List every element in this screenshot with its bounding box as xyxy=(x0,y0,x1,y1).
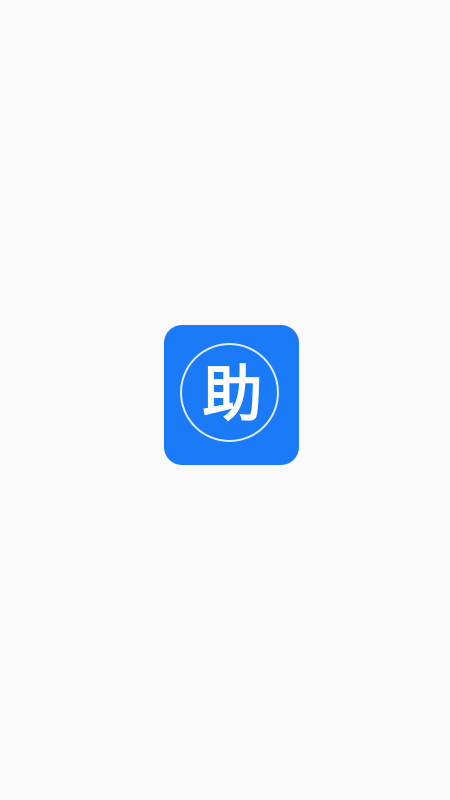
app-logo-icon: 助 xyxy=(164,325,299,465)
splash-screen: 助 xyxy=(0,0,450,800)
logo-glyph: 助 xyxy=(202,360,263,430)
